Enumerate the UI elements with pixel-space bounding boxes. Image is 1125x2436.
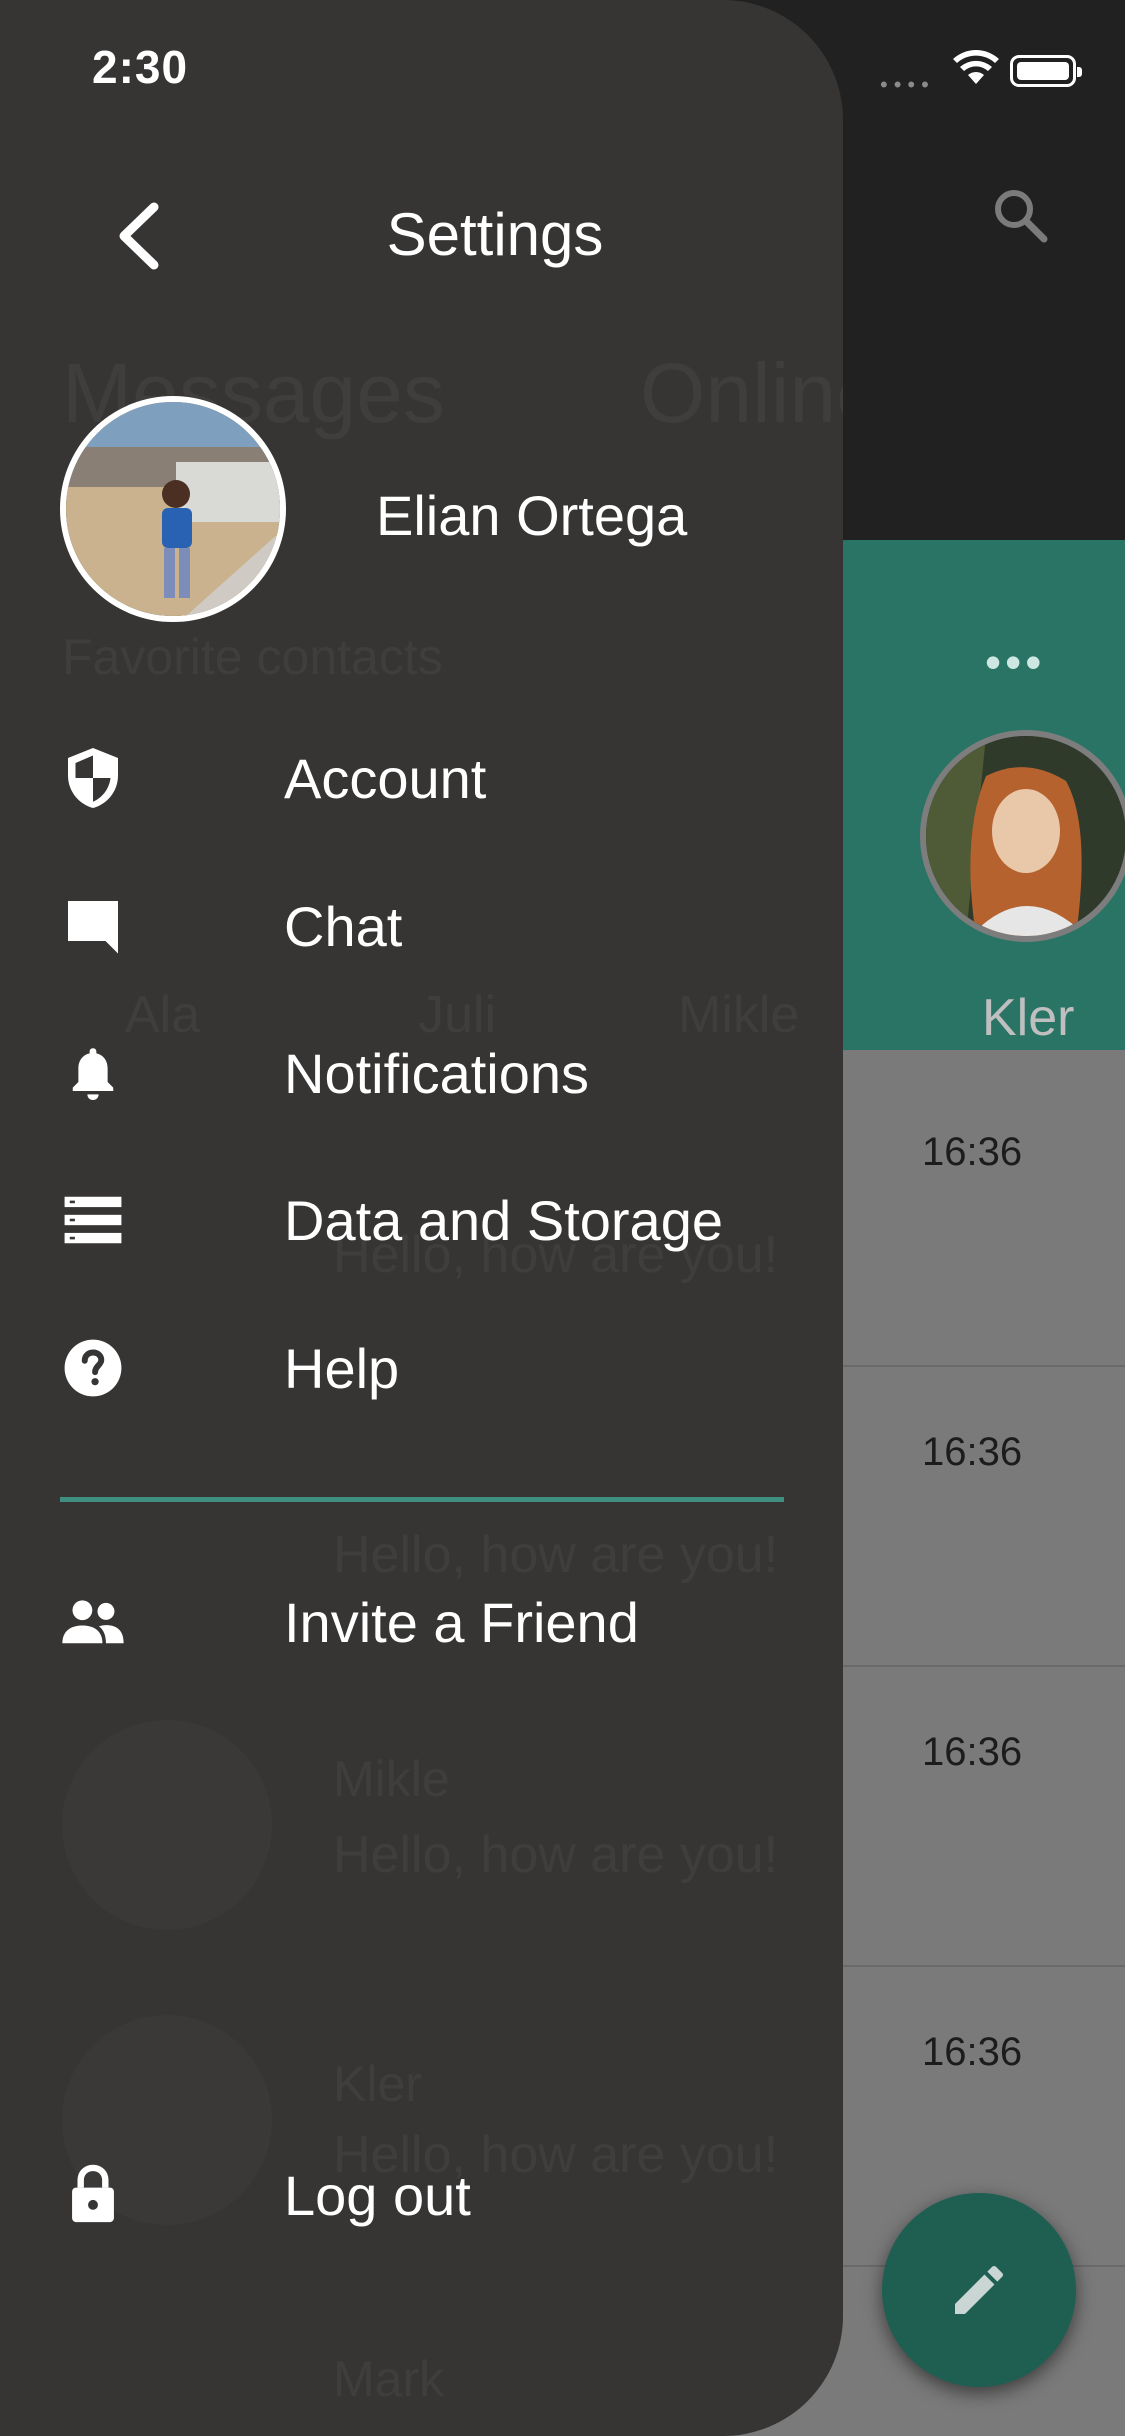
- menu-label: Invite a Friend: [284, 1590, 639, 1654]
- chat-bubble-icon: [60, 893, 126, 959]
- chat-name: Mark: [333, 2351, 445, 2407]
- menu-item-account[interactable]: Account: [60, 723, 820, 833]
- status-time: 2:30: [92, 41, 189, 93]
- menu-item-invite-a-friend[interactable]: Invite a Friend: [60, 1567, 820, 1677]
- storage-icon: [60, 1187, 126, 1253]
- favorite-avatar-kler[interactable]: [920, 730, 1125, 942]
- lock-icon: [60, 2162, 126, 2228]
- people-icon: [60, 1589, 126, 1655]
- chat-time: 16:36: [922, 2030, 1023, 2074]
- page-title: Settings: [386, 201, 604, 268]
- profile-name: Elian Ortega: [376, 484, 688, 547]
- avatar-photo: [66, 402, 280, 616]
- menu-item-notifications[interactable]: Notifications: [60, 1018, 820, 1128]
- menu-item-help[interactable]: Help: [60, 1313, 820, 1423]
- favorites-label: Favorite contacts: [62, 629, 443, 685]
- search-icon[interactable]: [990, 185, 1050, 245]
- battery-icon: [1010, 55, 1082, 87]
- favorite-name-kler: Kler: [982, 989, 1075, 1047]
- avatar-photo: [926, 736, 1125, 936]
- more-options-button[interactable]: •••: [985, 635, 1045, 689]
- help-icon: [60, 1335, 126, 1401]
- menu-label: Notifications: [284, 1041, 590, 1105]
- menu-label: Chat: [284, 894, 403, 958]
- chat-time: 16:36: [922, 1730, 1023, 1774]
- tab-online: Online: [640, 346, 843, 440]
- ghost-avatar: [62, 1720, 272, 1930]
- profile-avatar[interactable]: [60, 396, 286, 622]
- bell-icon: [60, 1040, 126, 1106]
- chat-time: 16:36: [922, 1130, 1023, 1174]
- menu-divider: [60, 1497, 784, 1502]
- menu-item-data-and-storage[interactable]: Data and Storage: [60, 1165, 820, 1275]
- shield-icon: [60, 745, 126, 811]
- chat-time: 16:36: [922, 1430, 1023, 1474]
- menu-label: Account: [284, 746, 487, 810]
- menu-label: Log out: [284, 2163, 471, 2227]
- pencil-icon: [955, 2265, 1003, 2314]
- compose-button[interactable]: [882, 2193, 1076, 2387]
- menu-item-chat[interactable]: Chat: [60, 871, 820, 981]
- menu-label: Data and Storage: [284, 1188, 723, 1252]
- menu-label: Help: [284, 1336, 400, 1400]
- logout-button[interactable]: Log out: [60, 2140, 820, 2250]
- wifi-icon: [953, 50, 999, 84]
- chat-name: Kler: [333, 2056, 422, 2112]
- chat-message: Hello, how are you!: [333, 1826, 779, 1884]
- cellular-signal-icon: ••••: [880, 72, 935, 97]
- chat-name: Mikle: [333, 1751, 450, 1807]
- settings-drawer: Messages Online Favorite contacts Ala Ju…: [0, 0, 843, 2436]
